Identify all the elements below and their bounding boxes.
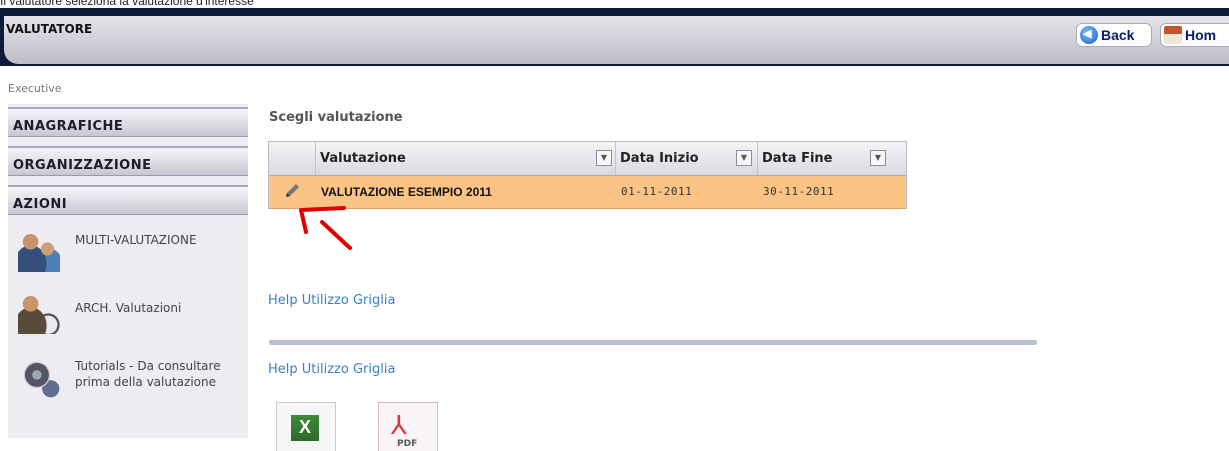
divider xyxy=(269,340,1037,345)
excel-icon: X xyxy=(291,415,319,441)
red-arrow-annotation xyxy=(299,206,352,250)
pdf-icon: ⅄ xyxy=(391,411,407,441)
pdf-label: PDF xyxy=(397,439,418,449)
excel-export-button[interactable]: X xyxy=(276,402,336,451)
help-link-griglia[interactable]: Help Utilizzo Griglia xyxy=(268,293,395,308)
pdf-export-button[interactable]: ⅄ PDF xyxy=(378,402,438,451)
help-link-griglia-2[interactable]: Help Utilizzo Griglia xyxy=(268,362,395,377)
